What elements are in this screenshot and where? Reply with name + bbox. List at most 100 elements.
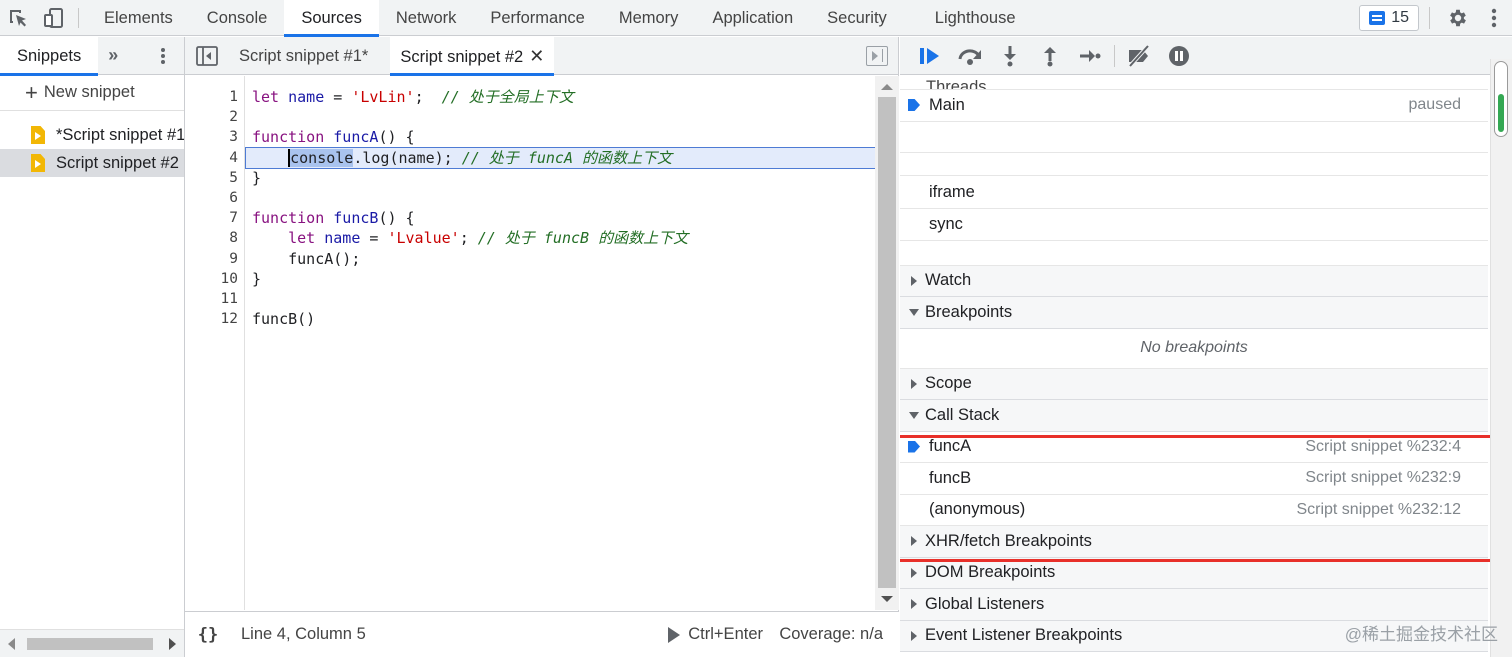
editor-tab-snippet-1[interactable]: Script snippet #1* bbox=[229, 37, 378, 75]
breakpoints-section-header[interactable]: Breakpoints bbox=[900, 297, 1488, 329]
scrollbar-thumb[interactable] bbox=[878, 97, 896, 588]
expand-triangle-icon bbox=[900, 599, 925, 610]
gear-icon[interactable] bbox=[1440, 0, 1476, 36]
threads-section-header[interactable]: Threads bbox=[900, 76, 1488, 90]
code-line-11[interactable] bbox=[246, 289, 875, 309]
snippet-item-2[interactable]: Script snippet #2 bbox=[0, 149, 184, 177]
step-out-button[interactable] bbox=[1030, 37, 1070, 75]
new-snippet-button[interactable]: + New snippet bbox=[0, 75, 184, 111]
tab-security[interactable]: Security bbox=[810, 0, 904, 36]
code-line-8[interactable]: let name = 'Lvalue'; // 处于 funcB 的函数上下文 bbox=[246, 228, 875, 248]
line-number[interactable]: 12 bbox=[185, 309, 244, 329]
navigator-menu-icon[interactable] bbox=[160, 37, 166, 75]
run-snippet-button[interactable]: Ctrl+Enter bbox=[668, 625, 763, 644]
scrollbar-thumb[interactable] bbox=[27, 638, 153, 650]
scroll-down-icon[interactable] bbox=[881, 596, 893, 602]
tab-snippets[interactable]: Snippets bbox=[0, 36, 99, 76]
toggle-navigator-icon[interactable] bbox=[185, 37, 229, 75]
call-stack-section-header[interactable]: Call Stack bbox=[900, 400, 1488, 432]
expand-triangle-icon bbox=[900, 567, 925, 578]
code-area[interactable]: 1 2 3 4 5 6 7 8 9 10 11 12 let name = 'L… bbox=[185, 76, 875, 610]
section-title: Breakpoints bbox=[925, 302, 1013, 321]
toggle-debugger-sidebar-icon[interactable] bbox=[866, 46, 888, 66]
line-number[interactable]: 8 bbox=[185, 228, 244, 248]
frame-location[interactable]: Script snippet %232:12 bbox=[1296, 501, 1461, 519]
section-title: Event Listener Breakpoints bbox=[925, 626, 1123, 645]
code-line-9[interactable]: funcA(); bbox=[246, 249, 875, 269]
frame-location[interactable]: Script snippet %232:9 bbox=[1305, 469, 1461, 487]
line-number-gutter[interactable]: 1 2 3 4 5 6 7 8 9 10 11 12 bbox=[185, 76, 245, 610]
code-line-6[interactable] bbox=[246, 188, 875, 208]
context-sync[interactable]: sync bbox=[900, 209, 1488, 241]
global-listeners-section-header[interactable]: Global Listeners bbox=[900, 589, 1488, 621]
expand-triangle-icon bbox=[900, 536, 925, 547]
navigator-horizontal-scrollbar[interactable] bbox=[0, 629, 184, 657]
scroll-left-icon[interactable] bbox=[8, 638, 15, 650]
watch-section-header[interactable]: Watch bbox=[900, 265, 1488, 297]
inspect-element-icon[interactable] bbox=[0, 0, 36, 36]
debugger-vertical-scrollbar[interactable] bbox=[1490, 59, 1512, 657]
code-lines[interactable]: let name = 'LvLin'; // 处于全局上下文 function … bbox=[245, 76, 875, 329]
code-line-5[interactable]: } bbox=[246, 168, 875, 188]
editor-tab-snippet-2[interactable]: Script snippet #2 ✕ bbox=[390, 36, 555, 76]
scope-section-header[interactable]: Scope bbox=[900, 368, 1488, 400]
code-line-7[interactable]: function funcB() { bbox=[246, 208, 875, 228]
tab-performance[interactable]: Performance bbox=[473, 0, 601, 36]
step-into-button[interactable] bbox=[990, 37, 1030, 75]
keyword: let bbox=[288, 229, 316, 248]
code-line-10[interactable]: } bbox=[246, 269, 875, 289]
code-line-12[interactable]: funcB() bbox=[246, 309, 875, 329]
tab-network[interactable]: Network bbox=[379, 0, 474, 36]
tab-console[interactable]: Console bbox=[190, 0, 285, 36]
pretty-print-button[interactable]: {} bbox=[185, 625, 231, 645]
issues-counter-button[interactable]: 15 bbox=[1359, 5, 1419, 31]
collapse-triangle-icon bbox=[900, 411, 925, 419]
dom-breakpoints-section-header[interactable]: DOM Breakpoints bbox=[900, 557, 1488, 589]
tab-memory[interactable]: Memory bbox=[602, 0, 696, 36]
line-number[interactable]: 5 bbox=[185, 168, 244, 188]
code-line-2[interactable] bbox=[246, 107, 875, 127]
panel-tabs: Elements Console Sources Network Perform… bbox=[87, 0, 1033, 37]
scroll-right-icon[interactable] bbox=[169, 638, 176, 650]
code-line-1[interactable]: let name = 'LvLin'; // 处于全局上下文 bbox=[246, 87, 875, 107]
topbar-actions: 15 bbox=[1359, 0, 1512, 36]
xhr-breakpoints-section-header[interactable]: XHR/fetch Breakpoints bbox=[900, 526, 1488, 558]
issues-count: 15 bbox=[1391, 9, 1409, 26]
step-button[interactable] bbox=[1070, 37, 1110, 75]
play-icon bbox=[668, 626, 681, 643]
line-number[interactable]: 6 bbox=[185, 188, 244, 208]
more-options-icon[interactable] bbox=[1476, 0, 1512, 36]
pause-on-exceptions-button[interactable] bbox=[1159, 37, 1199, 75]
deactivate-breakpoints-button[interactable] bbox=[1119, 37, 1159, 75]
line-number[interactable]: 2 bbox=[185, 107, 244, 127]
device-toolbar-icon[interactable] bbox=[36, 0, 72, 36]
line-number[interactable]: 9 bbox=[185, 249, 244, 269]
tab-sources[interactable]: Sources bbox=[284, 0, 379, 37]
tab-elements[interactable]: Elements bbox=[87, 0, 190, 36]
snippet-item-1[interactable]: *Script snippet #1 bbox=[0, 121, 184, 149]
call-frame-funcB[interactable]: funcB Script snippet %232:9 bbox=[900, 463, 1488, 495]
line-number[interactable]: 10 bbox=[185, 269, 244, 289]
line-number[interactable]: 3 bbox=[185, 127, 244, 147]
context-iframe[interactable]: iframe bbox=[900, 176, 1488, 209]
tab-lighthouse[interactable]: Lighthouse bbox=[904, 0, 1033, 36]
more-tabs-chevron-icon[interactable]: » bbox=[108, 45, 118, 66]
frame-location[interactable]: Script snippet %232:4 bbox=[1305, 438, 1461, 456]
line-number[interactable]: 4 bbox=[185, 148, 244, 168]
call-frame-funcA[interactable]: funcA Script snippet %232:4 bbox=[900, 432, 1488, 463]
current-execution-line[interactable]: console.log(name); // 处于 funcA 的函数上下文 bbox=[245, 146, 875, 169]
resume-button[interactable] bbox=[910, 37, 950, 75]
close-tab-icon[interactable]: ✕ bbox=[529, 46, 544, 66]
step-over-button[interactable] bbox=[950, 37, 990, 75]
line-number[interactable]: 1 bbox=[185, 87, 244, 107]
debugger-toolbar bbox=[900, 37, 1512, 75]
scroll-up-icon[interactable] bbox=[881, 84, 893, 90]
editor-vertical-scrollbar[interactable] bbox=[875, 76, 899, 610]
line-number[interactable]: 7 bbox=[185, 208, 244, 228]
scrollbar-thumb[interactable] bbox=[1494, 61, 1508, 137]
tab-application[interactable]: Application bbox=[695, 0, 810, 36]
thread-main[interactable]: Main paused bbox=[900, 90, 1488, 122]
code-line-3[interactable]: function funcA() { bbox=[246, 127, 875, 147]
call-frame-anonymous[interactable]: (anonymous) Script snippet %232:12 bbox=[900, 495, 1488, 526]
line-number[interactable]: 11 bbox=[185, 289, 244, 309]
